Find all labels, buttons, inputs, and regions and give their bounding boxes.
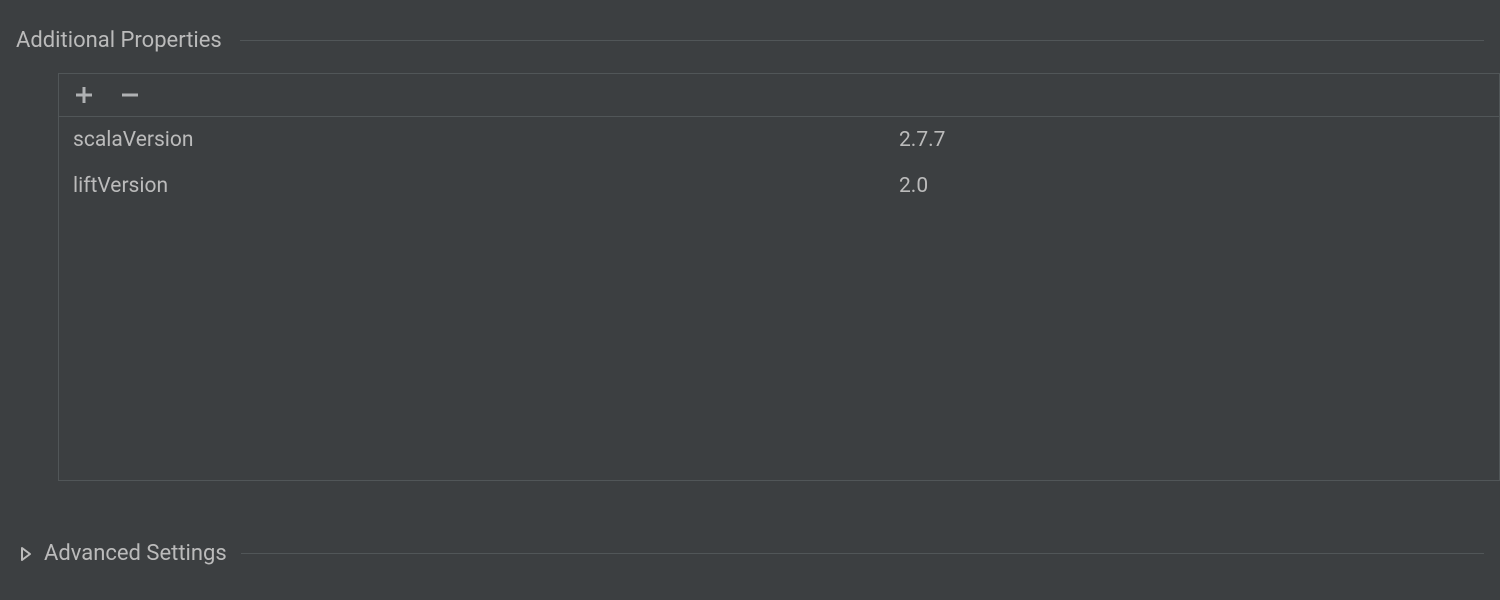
properties-toolbar: [59, 74, 1499, 117]
properties-table-body: scalaVersion 2.7.7 liftVersion 2.0: [59, 117, 1499, 480]
advanced-settings-header[interactable]: Advanced Settings: [0, 533, 1500, 574]
advanced-settings-title: Advanced Settings: [44, 541, 227, 566]
property-key: liftVersion: [59, 174, 885, 198]
additional-properties-section: Additional Properties scalaVersion 2.7.7: [0, 0, 1500, 481]
section-divider: [241, 553, 1484, 554]
properties-table: scalaVersion 2.7.7 liftVersion 2.0: [58, 73, 1500, 481]
additional-properties-header: Additional Properties: [0, 0, 1500, 61]
minus-icon: [121, 86, 139, 104]
property-key: scalaVersion: [59, 128, 885, 152]
property-value: 2.7.7: [885, 128, 1499, 152]
property-value: 2.0: [885, 174, 1499, 198]
remove-button[interactable]: [119, 84, 141, 106]
chevron-right-icon: [18, 546, 34, 562]
additional-properties-title: Additional Properties: [16, 28, 222, 53]
add-button[interactable]: [73, 84, 95, 106]
advanced-settings-section: Advanced Settings: [0, 533, 1500, 574]
table-row[interactable]: scalaVersion 2.7.7: [59, 117, 1499, 163]
table-row[interactable]: liftVersion 2.0: [59, 163, 1499, 209]
plus-icon: [75, 86, 93, 104]
section-divider: [240, 40, 1484, 41]
